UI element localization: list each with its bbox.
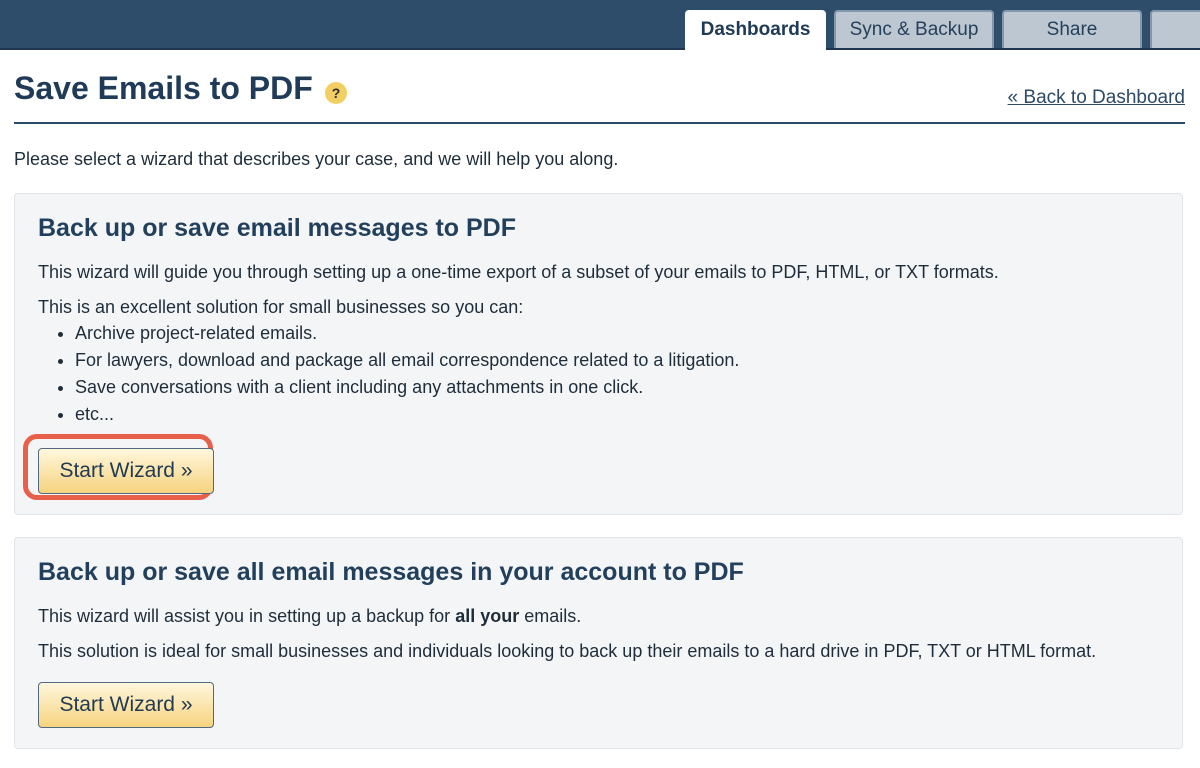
list-item: Archive project-related emails. <box>75 320 739 347</box>
top-navigation-bar: Dashboards Sync & Backup Share <box>0 0 1200 50</box>
tab-sync-backup[interactable]: Sync & Backup <box>834 10 994 48</box>
tab-dashboards[interactable]: Dashboards <box>685 10 826 50</box>
help-icon[interactable]: ? <box>325 82 347 104</box>
tab-overflow[interactable] <box>1150 10 1200 48</box>
wizard-description-subset: This wizard will guide you through setti… <box>38 262 999 282</box>
wizard-detail-all: This solution is ideal for small busines… <box>38 641 1097 661</box>
list-item: For lawyers, download and package all em… <box>75 347 739 374</box>
wizard-lead-subset: This is an excellent solution for small … <box>38 297 524 317</box>
description-suffix: emails. <box>519 606 582 626</box>
intro-text: Please select a wizard that describes yo… <box>14 149 619 169</box>
description-emphasis: all your <box>455 606 520 626</box>
wizard-panel-all: Back up or save all email messages in yo… <box>14 537 1183 749</box>
description-prefix: This wizard will assist you in setting u… <box>38 606 456 626</box>
page-title: Save Emails to PDF <box>14 70 313 106</box>
start-wizard-subset-button[interactable]: Start Wizard » <box>38 448 214 494</box>
tab-share[interactable]: Share <box>1002 10 1142 48</box>
wizard-panel-subset: Back up or save email messages to PDF Th… <box>14 193 1183 515</box>
wizard-description-all: This wizard will assist you in setting u… <box>38 606 581 627</box>
page-header: Save Emails to PDF ? « Back to Dashboard <box>14 60 1185 124</box>
wizard-benefit-list: Archive project-related emails. For lawy… <box>38 320 739 428</box>
list-item: Save conversations with a client includi… <box>75 374 739 401</box>
wizard-title-all: Back up or save all email messages in yo… <box>38 558 744 586</box>
back-to-dashboard-link[interactable]: « Back to Dashboard <box>1008 87 1185 109</box>
list-item: etc... <box>75 401 739 428</box>
wizard-title-subset: Back up or save email messages to PDF <box>38 214 516 242</box>
start-wizard-all-button[interactable]: Start Wizard » <box>38 682 214 728</box>
